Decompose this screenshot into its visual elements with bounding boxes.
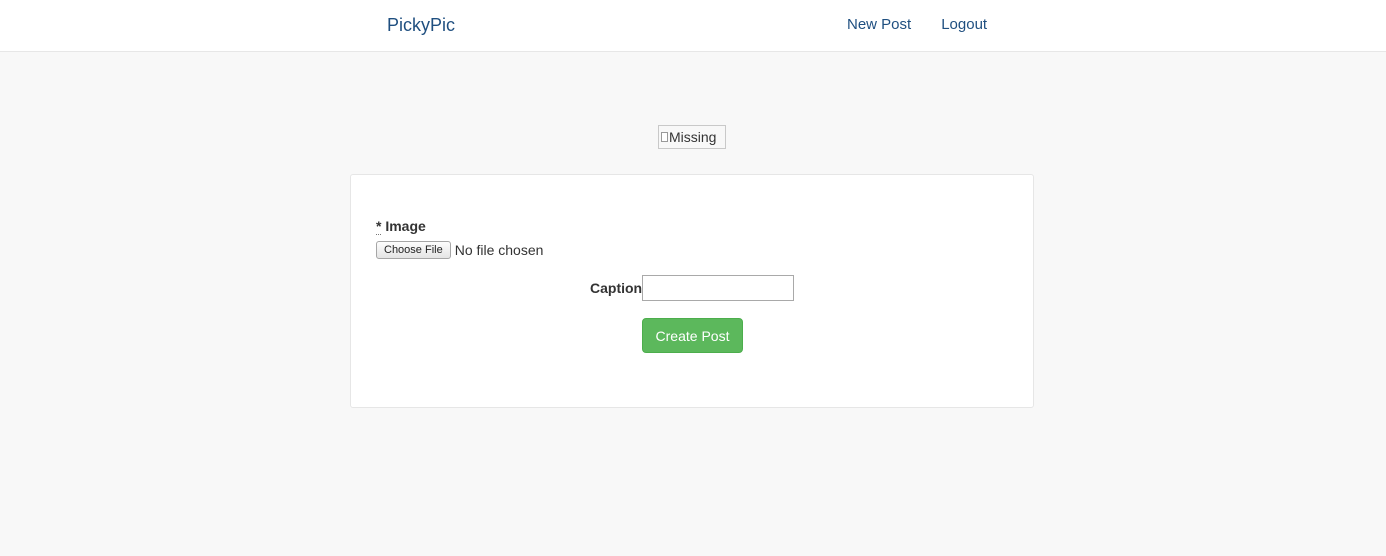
broken-image-icon (661, 132, 668, 142)
top-navbar: PickyPic New Post Logout (0, 0, 1386, 52)
logout-link[interactable]: Logout (941, 16, 987, 34)
file-input: Choose File No file chosen (376, 241, 543, 259)
choose-file-button[interactable]: Choose File (376, 241, 451, 259)
preview-image-alt-text: Missing (669, 129, 717, 145)
image-label-text: Image (385, 218, 426, 234)
caption-input[interactable] (642, 275, 795, 301)
caption-field: Caption (590, 275, 795, 301)
required-marker: * (376, 218, 382, 235)
caption-label: Caption (590, 280, 643, 296)
brand-link[interactable]: PickyPic (387, 14, 455, 36)
preview-image: Missing (658, 125, 726, 149)
new-post-link[interactable]: New Post (847, 16, 911, 34)
file-status-text: No file chosen (454, 242, 544, 258)
create-post-button[interactable]: Create Post (642, 318, 743, 353)
new-post-form-panel: * Image Choose File No file chosen Capti… (350, 174, 1034, 408)
image-field-label: * Image (376, 217, 426, 235)
nav-links: New Post Logout (847, 16, 987, 34)
